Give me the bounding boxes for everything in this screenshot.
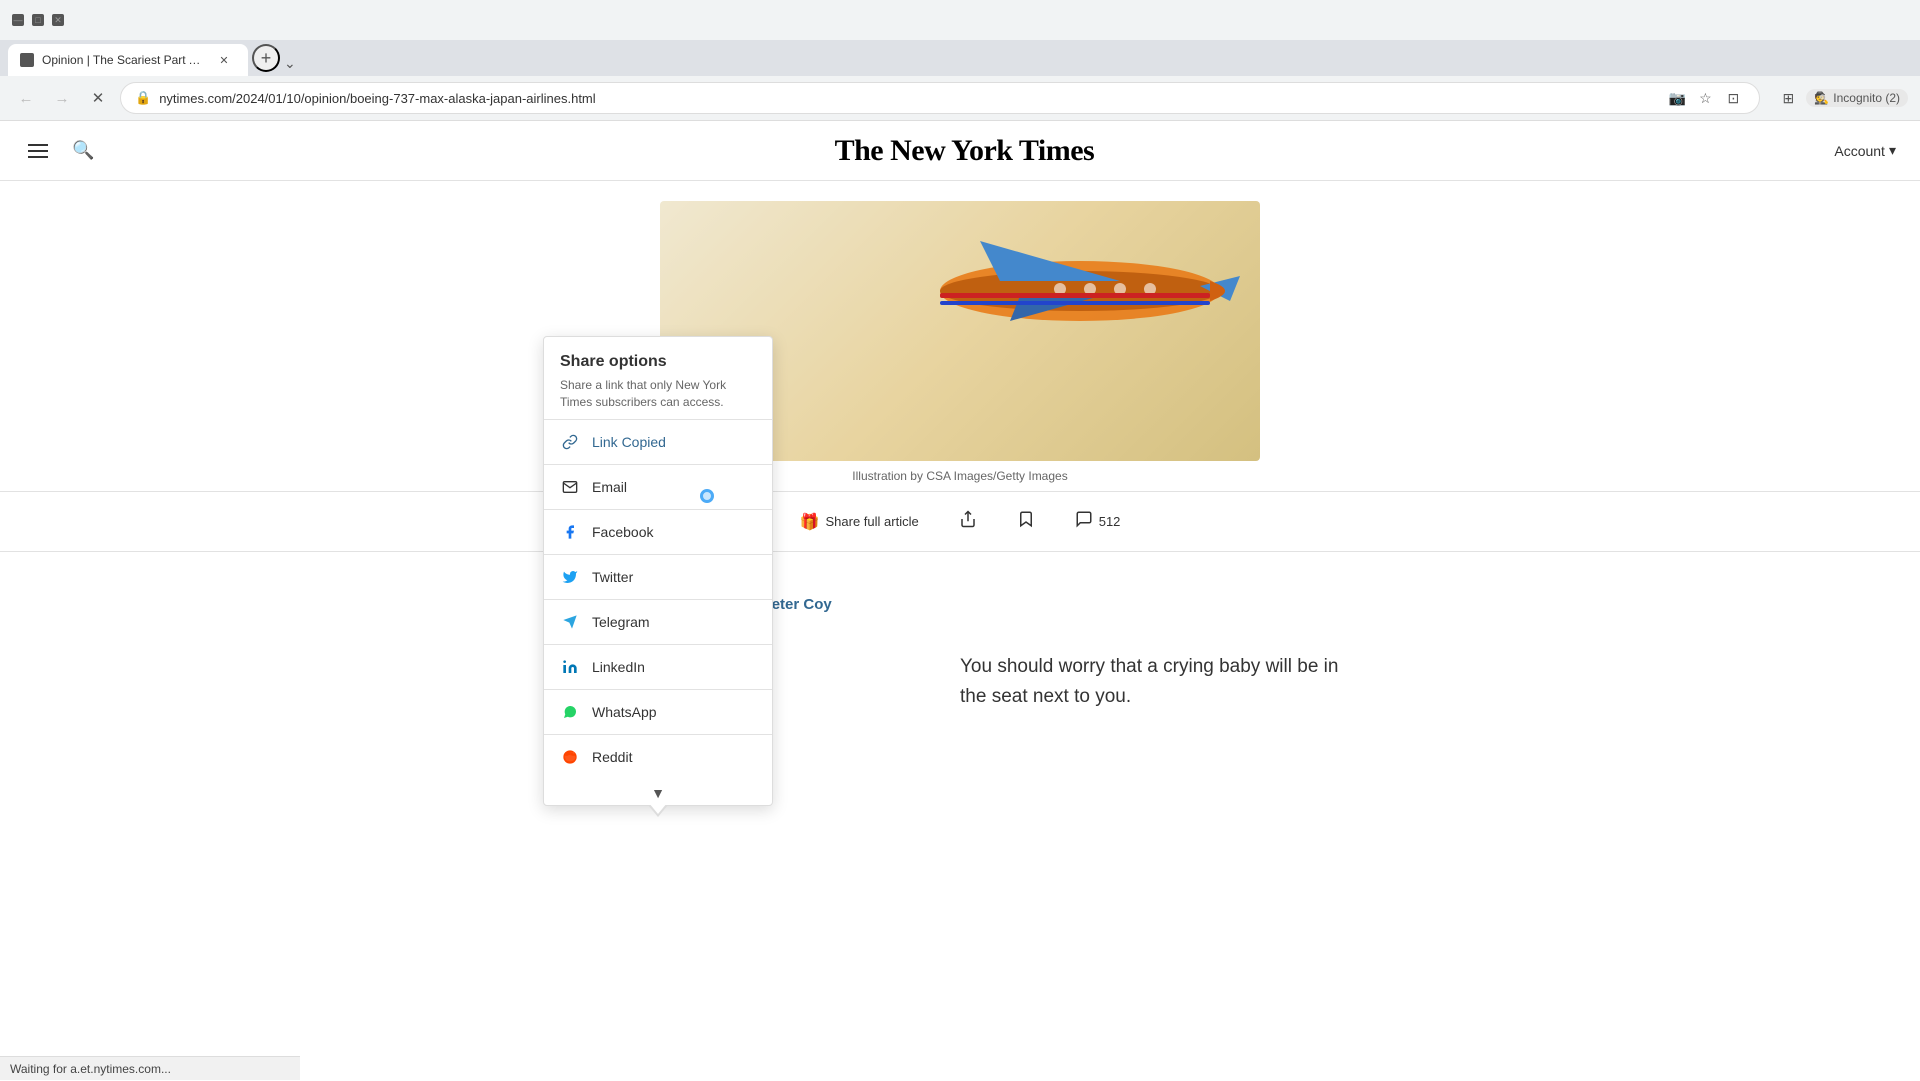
forward-button[interactable]: → [48,84,76,112]
search-button[interactable]: 🔍 [72,140,94,161]
title-bar: — □ ✕ [0,0,1920,40]
share-email-label: Email [592,479,627,495]
share-popup-header: Share options Share a link that only New… [544,337,772,420]
share-option-telegram[interactable]: Telegram [544,600,772,644]
link-icon [560,432,580,452]
account-chevron-icon: ▾ [1889,142,1896,159]
share-option-linkedin[interactable]: LinkedIn [544,645,772,689]
share-option-link[interactable]: Link Copied [544,420,772,464]
article-first-line: You should worry that a crying baby will… [960,652,1360,713]
browser-chrome: — □ ✕ Opinion | The Scariest Part Abo...… [0,0,1920,121]
status-bar: Waiting for a.et.nytimes.com... [0,1056,300,1080]
account-button[interactable]: Account ▾ [1834,142,1896,159]
hamburger-line [28,156,48,158]
comment-icon [1075,510,1093,533]
star-icon[interactable]: ☆ [1693,86,1717,110]
comments-button[interactable]: 512 [1065,504,1131,539]
bookmark-icon [1017,510,1035,533]
tab-list-button[interactable]: ⌄ [284,55,296,72]
nyt-header-right: Account ▾ [1834,142,1896,159]
address-bar-icons: 📷 ☆ ⊡ [1665,86,1745,110]
share-option-email[interactable]: Email [544,465,772,509]
article-toolbar: 🎁 Share full article [0,491,1920,552]
camera-icon[interactable]: 📷 [1665,86,1689,110]
linkedin-icon [560,657,580,677]
tabs-bar: Opinion | The Scariest Part Abo... ✕ + ⌄ [0,40,1920,76]
airplane-illustration [920,231,1240,351]
tab-title: Opinion | The Scariest Part Abo... [42,53,208,67]
show-more-area: ▼ [544,779,772,805]
hamburger-menu-button[interactable] [24,140,52,162]
facebook-icon [560,522,580,542]
gift-icon: 🎁 [800,512,820,532]
share-option-twitter[interactable]: Twitter [544,555,772,599]
new-tab-button[interactable]: + [252,44,280,72]
article-image-area: Illustration by CSA Images/Getty Images [0,181,1920,491]
email-icon [560,477,580,497]
address-bar[interactable]: 🔒 nytimes.com/2024/01/10/opinion/boeing-… [120,82,1760,114]
nyt-header-left: 🔍 [24,140,94,162]
share-twitter-label: Twitter [592,569,633,585]
chevron-down-icon[interactable]: ▼ [651,785,665,801]
status-text: Waiting for a.et.nytimes.com... [10,1062,171,1076]
share-icon [959,510,977,533]
lock-icon: 🔒 [135,90,151,106]
window-controls: — □ ✕ [12,14,64,26]
share-option-whatsapp[interactable]: WhatsApp [544,690,772,734]
account-label: Account [1834,143,1885,159]
bookmark-button[interactable] [1007,504,1045,539]
incognito-icon: 🕵 [1814,91,1829,105]
hamburger-line [28,150,48,152]
tab-favicon [20,53,34,67]
back-button[interactable]: ← [12,84,40,112]
share-option-reddit[interactable]: Reddit [544,735,772,779]
incognito-label: Incognito (2) [1833,91,1900,105]
share-whatsapp-label: WhatsApp [592,704,657,720]
popup-arrow [648,805,668,817]
share-linkedin-label: LinkedIn [592,659,645,675]
reddit-icon [560,747,580,767]
whatsapp-icon [560,702,580,722]
close-button[interactable]: ✕ [52,14,64,26]
share-facebook-label: Facebook [592,524,653,540]
browser-right-icons: ⊞ 🕵 Incognito (2) [1776,86,1908,110]
mouse-cursor [700,489,714,503]
extensions-icon[interactable]: ⊞ [1776,86,1800,110]
twitter-icon [560,567,580,587]
share-button[interactable] [949,504,987,539]
comments-count: 512 [1099,514,1121,529]
author-section: By Peter Coy [0,552,1920,652]
page-content: Illustration by CSA Images/Getty Images … [0,181,1920,1081]
share-popup-title: Share options [560,353,756,371]
share-option-facebook[interactable]: Facebook [544,510,772,554]
incognito-badge[interactable]: 🕵 Incognito (2) [1806,89,1908,107]
address-bar-row: ← → ✕ 🔒 nytimes.com/2024/01/10/opinion/b… [0,76,1920,120]
minimize-button[interactable]: — [12,14,24,26]
maximize-button[interactable]: □ [32,14,44,26]
share-reddit-label: Reddit [592,749,632,765]
url-text: nytimes.com/2024/01/10/opinion/boeing-73… [159,91,1657,106]
share-popup-subtitle: Share a link that only New York Times su… [560,377,756,411]
browser-tab[interactable]: Opinion | The Scariest Part Abo... ✕ [8,44,248,76]
telegram-icon [560,612,580,632]
share-telegram-label: Telegram [592,614,650,630]
share-full-article-label: Share full article [826,514,919,529]
tab-list-icon: ⌄ [284,55,296,72]
sidebar-icon[interactable]: ⊡ [1721,86,1745,110]
nyt-header: 🔍 The New York Times Account ▾ [0,121,1920,181]
share-link-label: Link Copied [592,434,666,450]
hamburger-line [28,144,48,146]
share-full-article-button[interactable]: 🎁 Share full article [790,506,929,538]
share-options-popup: Share options Share a link that only New… [543,336,773,806]
reload-button[interactable]: ✕ [84,84,112,112]
tab-close-button[interactable]: ✕ [216,52,232,68]
nyt-logo: The New York Times [835,134,1095,168]
